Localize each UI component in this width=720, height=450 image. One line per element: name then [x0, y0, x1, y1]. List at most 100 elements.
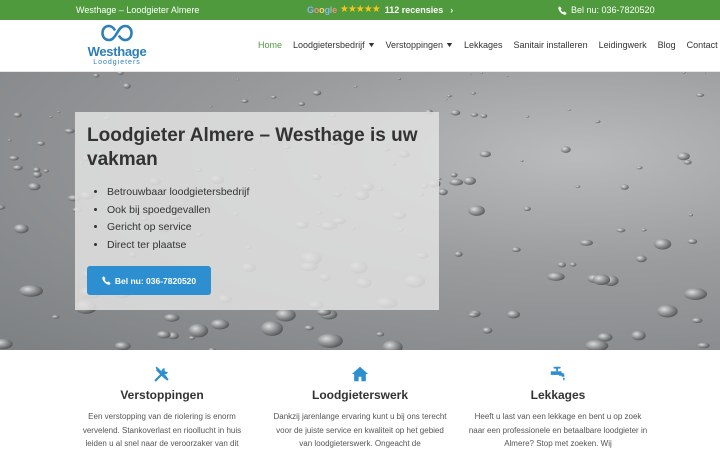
water-drop: [117, 72, 124, 75]
water-drop: [123, 83, 131, 89]
star-rating-icon: ★★★★★: [339, 4, 381, 15]
water-drop: [438, 188, 448, 196]
water-drop: [696, 93, 705, 97]
topbar-phone-link[interactable]: Bel nu: 036-7820520: [558, 5, 655, 15]
phone-icon: [558, 5, 567, 15]
water-drop: [520, 159, 524, 162]
water-drop: [312, 90, 322, 96]
water-drop: [9, 155, 19, 161]
service-title: Lekkages: [530, 388, 586, 402]
water-drop: [463, 176, 477, 185]
hero-card: Loodgieter Almere – Westhage is uw vakma…: [75, 112, 439, 310]
water-drop: [209, 105, 213, 108]
water-drop: [507, 310, 520, 319]
nav-item-loodgietersbedrijf[interactable]: Loodgietersbedrijf ▼: [293, 40, 376, 50]
water-drop: [703, 72, 707, 75]
water-drop: [691, 317, 703, 323]
list-item: Gericht op service: [107, 219, 249, 237]
water-drop: [470, 112, 479, 117]
water-drop: [353, 85, 358, 88]
water-drop: [382, 340, 403, 350]
list-item: Ook bij spoedgevallen: [107, 202, 249, 220]
chevron-right-icon: ›: [450, 4, 454, 15]
water-drop: [13, 112, 22, 118]
tools-icon: [154, 366, 169, 382]
nav-item-contact[interactable]: Contact▼: [687, 40, 720, 50]
nav-item-blog[interactable]: Blog: [658, 40, 676, 50]
water-drop: [241, 99, 249, 103]
water-drop: [616, 228, 626, 233]
topbar-phone-text: Bel nu: 036-7820520: [571, 5, 655, 15]
water-drop: [19, 285, 44, 297]
water-drop: [444, 98, 448, 101]
logo-infinity-icon: [101, 24, 133, 42]
water-drop: [506, 75, 509, 77]
service-description: Heeft u last van een lekkage en bent u o…: [468, 412, 648, 448]
site-header: Westhage Loodgieters Home Loodgietersbed…: [0, 20, 720, 72]
water-drop: [523, 206, 531, 211]
google-logo: Google: [307, 4, 337, 15]
google-reviews-widget[interactable]: Google ★★★★★ 112 recensies ›: [307, 4, 453, 15]
water-drop: [697, 342, 710, 349]
nav-item-verstoppingen[interactable]: Verstoppingen ▼: [386, 40, 455, 50]
water-drop: [620, 184, 629, 190]
call-now-button[interactable]: Bel nu: 036-7820520: [87, 266, 211, 295]
water-drop: [470, 73, 473, 75]
water-drop: [683, 160, 692, 165]
water-drop: [32, 171, 42, 178]
hero-title: Loodgieter Almere – Westhage is uw vakma…: [87, 125, 418, 170]
water-drop: [683, 288, 708, 300]
water-drop: [397, 77, 402, 80]
nav-item-sanitair[interactable]: Sanitair installeren: [514, 40, 588, 50]
nav-item-home[interactable]: Home: [258, 40, 282, 50]
water-drop: [298, 102, 306, 106]
nav-item-lekkages[interactable]: Lekkages: [464, 40, 503, 50]
chevron-down-icon: ▼: [445, 41, 455, 49]
service-title: Verstoppingen: [120, 388, 204, 402]
water-drop: [446, 94, 452, 98]
water-drop: [677, 152, 690, 161]
faucet-icon: [550, 366, 565, 381]
water-drop: [688, 213, 694, 217]
logo-name: Westhage: [87, 44, 147, 59]
water-drop: [482, 327, 493, 334]
water-drop: [28, 182, 41, 191]
water-drop: [567, 109, 571, 111]
water-drop: [120, 81, 123, 83]
water-drop: [0, 338, 13, 350]
water-drop: [164, 313, 180, 322]
water-drop: [275, 308, 296, 322]
hero-benefits-list: Betrouwbaar loodgietersbedrijf Ook bij s…: [107, 184, 249, 255]
water-drop: [450, 172, 458, 178]
water-drop: [635, 255, 647, 263]
water-drop: [575, 185, 581, 188]
list-item: Betrouwbaar loodgietersbedrijf: [107, 184, 249, 202]
water-drop: [37, 141, 45, 146]
water-drop: [376, 332, 385, 337]
water-drop: [13, 224, 29, 234]
water-drop: [454, 251, 463, 257]
water-drop: [468, 205, 485, 216]
water-drop: [480, 113, 488, 118]
site-logo[interactable]: Westhage Loodgieters: [86, 22, 148, 70]
water-drop: [592, 274, 611, 285]
water-drop: [51, 315, 60, 319]
water-drop: [636, 166, 643, 170]
water-drop: [468, 312, 479, 318]
call-now-label: Bel nu: 036-7820520: [114, 275, 197, 286]
nav-item-leidingwerk[interactable]: Leidingwerk: [599, 40, 647, 50]
water-drop: [0, 205, 6, 210]
water-drop: [557, 262, 566, 268]
water-drop: [114, 341, 131, 350]
water-drop: [12, 165, 23, 171]
water-drop: [64, 128, 75, 134]
water-drop: [480, 72, 484, 74]
water-drop: [449, 178, 464, 186]
service-title: Loodgieterswerk: [311, 388, 409, 402]
service-description: Dankzij jarenlange ervaring kunt u bij o…: [273, 412, 447, 448]
water-drop: [33, 167, 41, 173]
water-drop: [569, 262, 577, 267]
list-item: Direct ter plaatse: [107, 237, 249, 255]
reviews-count[interactable]: 112 recensies: [385, 5, 444, 15]
water-drop: [631, 330, 646, 341]
